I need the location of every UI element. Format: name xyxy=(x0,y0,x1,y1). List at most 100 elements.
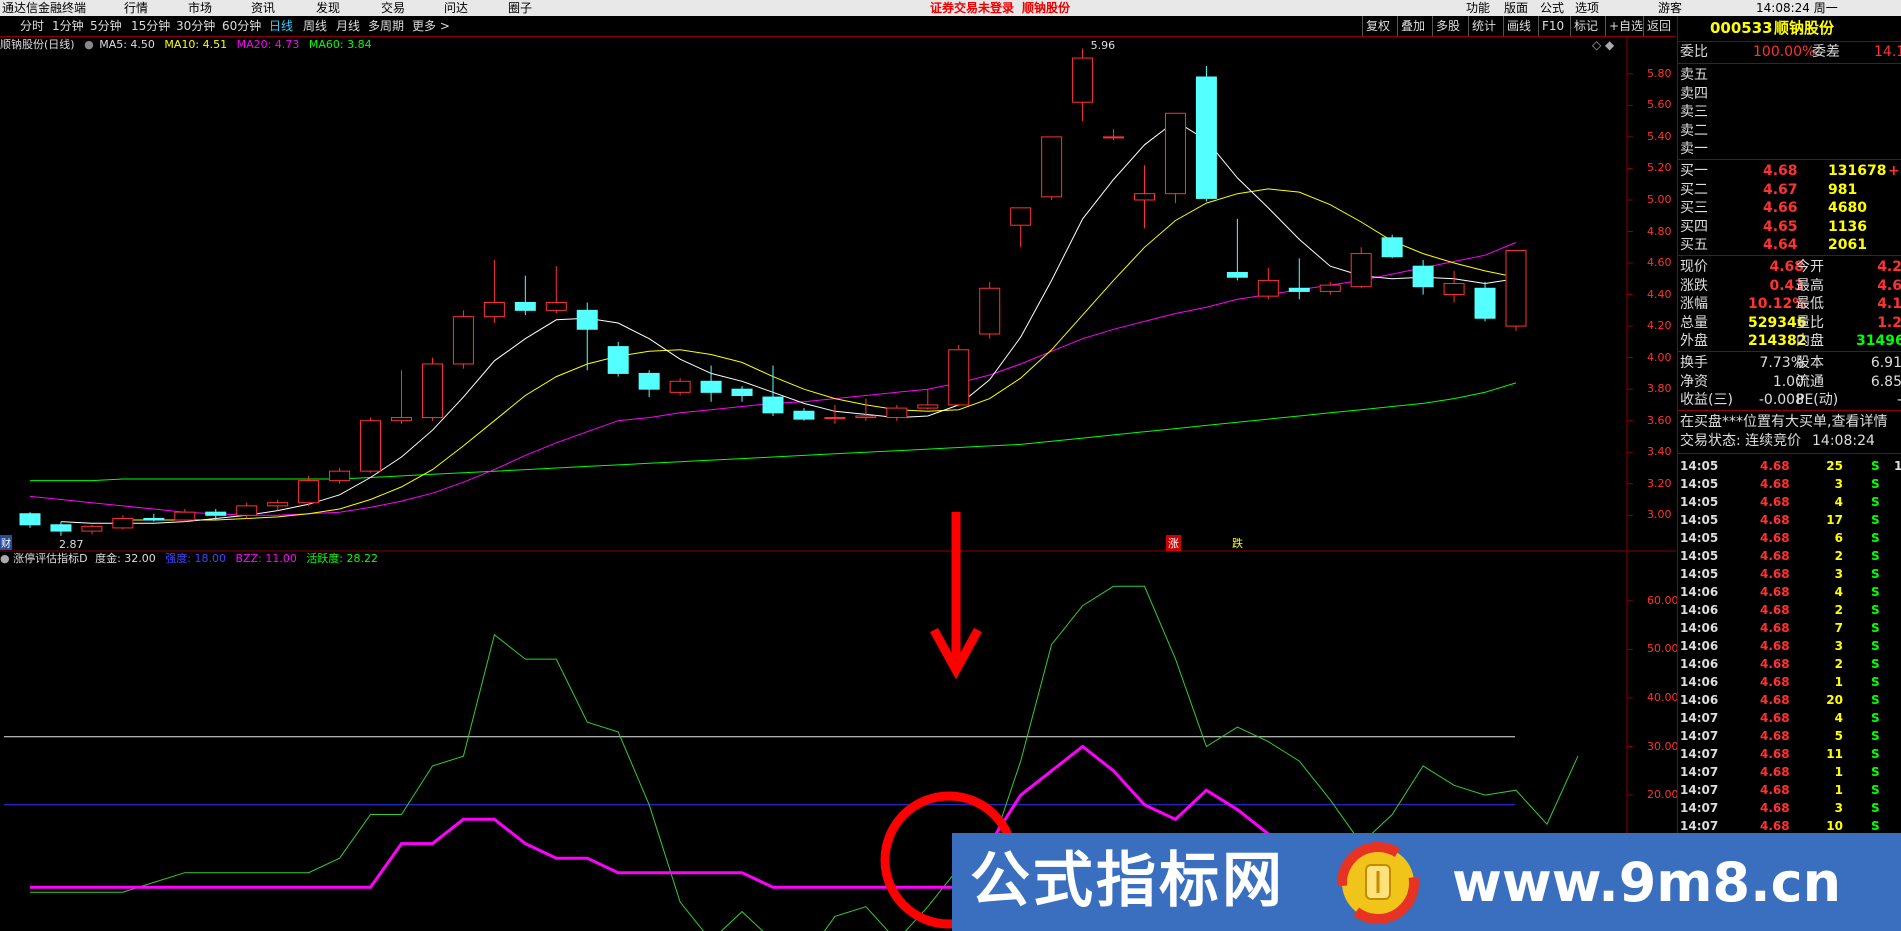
candle-body xyxy=(174,511,196,521)
stat-value: 1.2 xyxy=(1877,314,1901,331)
buy-row[interactable]: 买一 4.68 131678 +5 xyxy=(1678,162,1901,181)
candle-body xyxy=(452,316,474,365)
buy-price: 4.65 xyxy=(1763,218,1798,235)
tick-side: S xyxy=(1871,531,1880,545)
tick-row: 14:07 4.68 11 S xyxy=(1678,745,1901,763)
sell-row[interactable]: 卖四 xyxy=(1678,85,1901,104)
price-tick-label: 4.40 xyxy=(1647,287,1672,301)
tick-price: 4.68 xyxy=(1760,513,1790,527)
sell-row[interactable]: 卖二 xyxy=(1678,122,1901,141)
high-price-label: 5.96 xyxy=(1090,38,1116,52)
sell-label: 卖二 xyxy=(1680,122,1708,139)
stat-label: 最低 xyxy=(1796,296,1824,313)
tick-time: 14:07 xyxy=(1680,801,1719,815)
stat-row: 现价 4.68 今开 4.2 xyxy=(1678,258,1901,277)
tick-time: 14:05 xyxy=(1680,549,1719,563)
tick-row: 14:07 4.68 4 S xyxy=(1678,709,1901,727)
tick-row: 14:07 4.68 1 S xyxy=(1678,763,1901,781)
buy-label: 买四 xyxy=(1680,218,1708,235)
stat-row: 总量 529346 量比 1.2 xyxy=(1678,314,1901,333)
candle-body xyxy=(483,301,505,318)
tick-extra: 1 xyxy=(1894,459,1901,473)
buy-volume: 131678 xyxy=(1828,163,1887,179)
tick-time: 14:05 xyxy=(1680,567,1719,581)
buy-label: 买三 xyxy=(1680,200,1708,217)
watermark-banner: 公式指标网 www.9m8.cn xyxy=(952,833,1901,931)
tick-row: 14:06 4.68 2 S xyxy=(1678,601,1901,619)
trade-status: 交易状态: 连续竞价 xyxy=(1680,433,1802,449)
price-tick-label: 4.00 xyxy=(1647,350,1672,364)
stat-value: 4.6 xyxy=(1877,277,1901,294)
stat-label: 最高 xyxy=(1796,277,1824,294)
candle-body xyxy=(1134,193,1155,201)
kline-chart[interactable] xyxy=(0,0,1901,931)
finance-corner-icon[interactable]: 财 xyxy=(0,535,12,550)
buy-volume: 1136 xyxy=(1828,218,1867,235)
price-tick-label: 5.20 xyxy=(1647,161,1672,175)
tick-price: 4.68 xyxy=(1760,495,1790,509)
sell-row[interactable]: 卖一 xyxy=(1678,140,1901,159)
tick-side: S xyxy=(1871,711,1880,725)
tick-side: S xyxy=(1871,675,1880,689)
price-tick-label: 3.20 xyxy=(1647,476,1672,490)
tick-row: 14:05 4.68 6 S xyxy=(1678,529,1901,547)
sell-label: 卖一 xyxy=(1680,141,1708,158)
candle-body xyxy=(391,417,412,422)
tick-time: 14:07 xyxy=(1680,747,1719,761)
tick-side: S xyxy=(1871,765,1880,779)
buy-price: 4.64 xyxy=(1763,237,1798,254)
buy-row[interactable]: 买四 4.65 1136 xyxy=(1678,218,1901,237)
buy-row[interactable]: 买二 4.67 981 xyxy=(1678,181,1901,200)
weicha-label: 委差 xyxy=(1812,44,1840,60)
tick-row: 14:06 4.68 7 S xyxy=(1678,619,1901,637)
stat-label: 总量 xyxy=(1680,314,1708,331)
tick-time: 14:06 xyxy=(1680,639,1719,653)
tick-volume: 2 xyxy=(1834,549,1843,563)
candle-body xyxy=(700,380,722,393)
candle-body xyxy=(979,287,1001,335)
tick-price: 4.68 xyxy=(1760,729,1790,743)
tick-time: 14:07 xyxy=(1680,783,1719,797)
sell-row[interactable]: 卖三 xyxy=(1678,103,1901,122)
buy-label: 买一 xyxy=(1680,163,1708,179)
price-tick-label: 3.60 xyxy=(1647,413,1672,427)
tick-side: S xyxy=(1871,621,1880,635)
tick-volume: 2 xyxy=(1834,603,1843,617)
tick-price: 4.68 xyxy=(1760,585,1790,599)
stat-row: 涨幅 10.12% 最低 4.1 xyxy=(1678,295,1901,314)
tick-side: S xyxy=(1871,459,1880,473)
tick-row: 14:07 4.68 5 S xyxy=(1678,727,1901,745)
tick-side: S xyxy=(1871,693,1880,707)
stat-label: 流通 xyxy=(1796,373,1824,390)
price-tick-label: 3.40 xyxy=(1647,445,1672,459)
tick-price: 4.68 xyxy=(1760,765,1790,779)
sell-label: 卖三 xyxy=(1680,104,1708,121)
tick-price: 4.68 xyxy=(1760,621,1790,635)
candle-body xyxy=(298,480,320,504)
tick-price: 4.68 xyxy=(1760,639,1790,653)
tick-volume: 3 xyxy=(1834,477,1843,491)
tick-volume: 3 xyxy=(1834,801,1843,815)
weibi-label: 委比 xyxy=(1680,44,1708,60)
buy-row[interactable]: 买三 4.66 4680 xyxy=(1678,199,1901,218)
tick-time: 14:06 xyxy=(1680,675,1719,689)
buy-row[interactable]: 买五 4.64 2061 xyxy=(1678,236,1901,255)
price-tick-label: 4.20 xyxy=(1647,319,1672,333)
buy-price: 4.66 xyxy=(1763,200,1798,217)
candle-body xyxy=(762,396,784,414)
tick-row: 14:07 4.68 1 S xyxy=(1678,781,1901,799)
stat-label: 外盘 xyxy=(1680,333,1708,350)
buy-volume: 4680 xyxy=(1828,200,1867,217)
candle-body xyxy=(1505,249,1527,327)
tick-side: S xyxy=(1871,585,1880,599)
watermark-logo-icon xyxy=(1337,842,1419,924)
tick-volume: 25 xyxy=(1826,459,1843,473)
tick-time: 14:07 xyxy=(1680,765,1719,779)
stat-label: 换手 xyxy=(1680,355,1708,371)
candle-body xyxy=(545,301,567,311)
buy-price: 4.68 xyxy=(1763,163,1798,179)
candle-body xyxy=(855,415,877,419)
tick-time: 14:05 xyxy=(1680,477,1719,491)
sell-row[interactable]: 卖五 xyxy=(1678,66,1901,85)
big-order-notice[interactable]: 在买盘***位置有大买单,查看详情 xyxy=(1680,413,1887,432)
